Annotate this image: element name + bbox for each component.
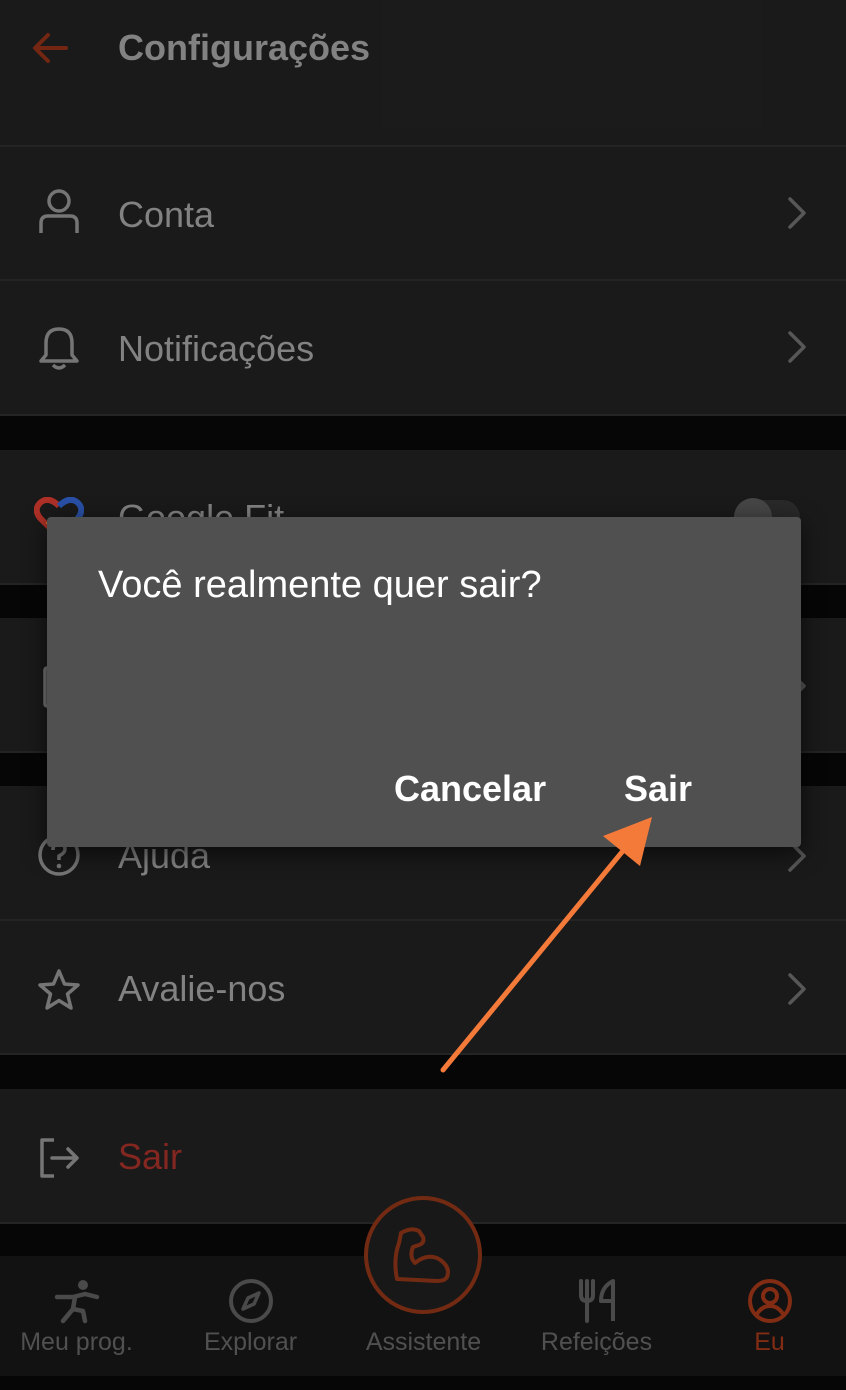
confirm-logout-button[interactable]: Sair bbox=[624, 767, 692, 811]
cancel-button[interactable]: Cancelar bbox=[394, 767, 546, 811]
settings-screen: Configurações Conta Notificações Google … bbox=[0, 0, 846, 1390]
logout-confirm-dialog: Você realmente quer sair? Cancelar Sair bbox=[47, 517, 801, 847]
dialog-title: Você realmente quer sair? bbox=[98, 564, 542, 606]
